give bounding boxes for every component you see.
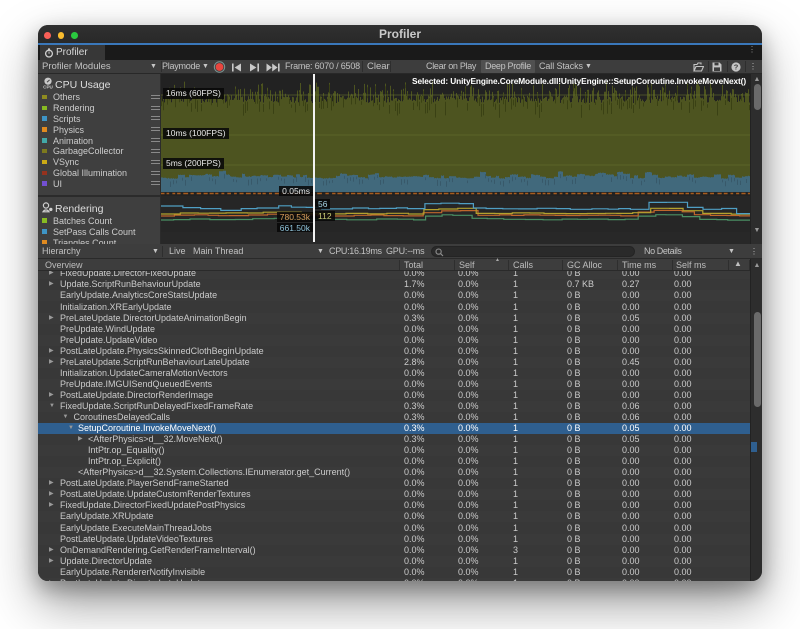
svg-text:CPU: CPU <box>43 84 53 88</box>
svg-text:?: ? <box>734 63 739 72</box>
